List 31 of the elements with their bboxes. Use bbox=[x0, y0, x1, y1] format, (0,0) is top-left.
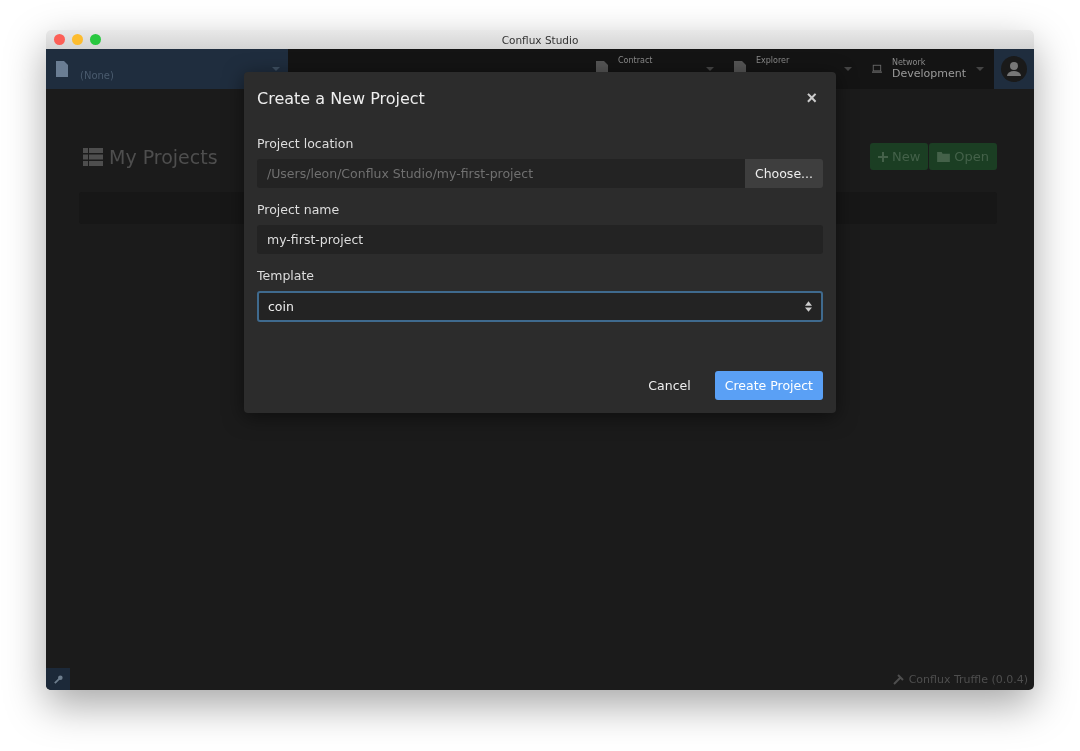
network-label: Network bbox=[891, 58, 927, 67]
close-light[interactable] bbox=[54, 34, 65, 45]
user-icon bbox=[1001, 56, 1027, 82]
name-field[interactable]: my-first-project bbox=[257, 225, 823, 254]
network-value: Development bbox=[891, 67, 966, 80]
caret-icon bbox=[976, 67, 984, 71]
folder-icon bbox=[937, 151, 951, 162]
minimize-light[interactable] bbox=[72, 34, 83, 45]
choose-button[interactable]: Choose... bbox=[744, 159, 823, 188]
list-icon bbox=[83, 147, 103, 166]
field-label: Project location bbox=[257, 136, 355, 151]
caret-icon bbox=[844, 67, 852, 71]
zoom-light[interactable] bbox=[90, 34, 101, 45]
user-button[interactable] bbox=[994, 49, 1034, 89]
laptop-icon bbox=[872, 62, 882, 76]
field-label: Project name bbox=[257, 202, 341, 217]
hammer-icon bbox=[892, 673, 905, 685]
network-selector[interactable]: Network Development bbox=[862, 49, 994, 89]
contract-label: Contract bbox=[618, 55, 654, 65]
tools-button[interactable] bbox=[46, 668, 70, 690]
updown-icon bbox=[805, 301, 812, 312]
field-label: Template bbox=[257, 268, 316, 283]
template-select[interactable]: coin bbox=[257, 291, 823, 322]
wrench-icon bbox=[52, 673, 64, 685]
cancel-button[interactable]: Cancel bbox=[638, 371, 701, 400]
explorer-label: Explorer bbox=[756, 55, 791, 65]
location-field[interactable]: /Users/leon/Conflux Studio/my-first-project bbox=[257, 159, 745, 188]
dialog-title: Create a New Project bbox=[257, 88, 425, 108]
file-icon bbox=[56, 61, 68, 77]
close-button[interactable]: × bbox=[800, 87, 823, 109]
window-title: Conflux Studio bbox=[501, 33, 579, 46]
